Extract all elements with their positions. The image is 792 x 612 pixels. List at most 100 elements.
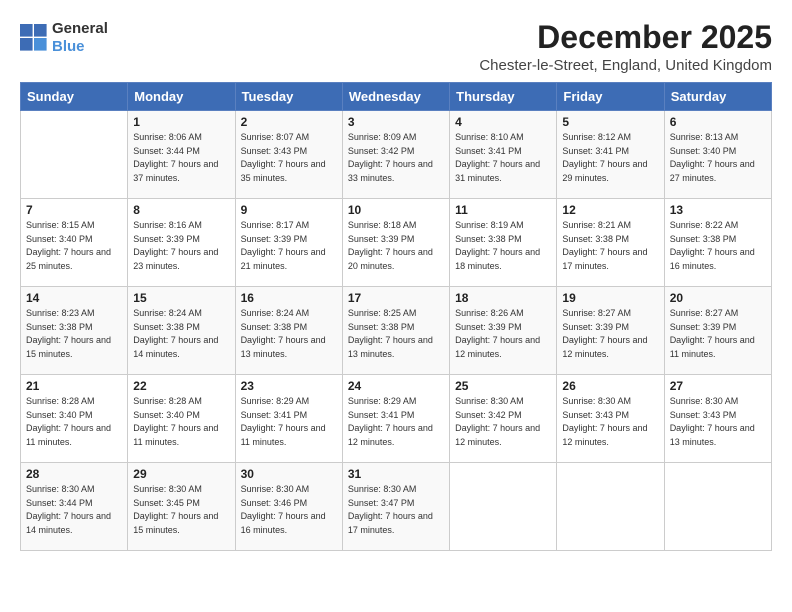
day-info: Sunrise: 8:26 AMSunset: 3:39 PMDaylight:…: [455, 307, 551, 361]
day-number: 30: [241, 467, 337, 481]
day-number: 20: [670, 291, 766, 305]
header-day-monday: Monday: [128, 83, 235, 111]
day-number: 28: [26, 467, 122, 481]
day-number: 10: [348, 203, 444, 217]
day-number: 2: [241, 115, 337, 129]
week-row-1: 7 Sunrise: 8:15 AMSunset: 3:40 PMDaylight…: [21, 199, 772, 287]
day-info: Sunrise: 8:17 AMSunset: 3:39 PMDaylight:…: [241, 219, 337, 273]
day-number: 14: [26, 291, 122, 305]
day-info: Sunrise: 8:23 AMSunset: 3:38 PMDaylight:…: [26, 307, 122, 361]
calendar-cell: 21Sunrise: 8:28 AMSunset: 3:40 PMDayligh…: [21, 375, 128, 463]
day-info: Sunrise: 8:15 AMSunset: 3:40 PMDaylight:…: [26, 219, 122, 273]
calendar-cell: 29Sunrise: 8:30 AMSunset: 3:45 PMDayligh…: [128, 463, 235, 551]
header-day-tuesday: Tuesday: [235, 83, 342, 111]
day-info: Sunrise: 8:13 AMSunset: 3:40 PMDaylight:…: [670, 131, 766, 185]
calendar-cell: 2 Sunrise: 8:07 AMSunset: 3:43 PMDaylight…: [235, 111, 342, 199]
calendar-cell: 10 Sunrise: 8:18 AMSunset: 3:39 PMDayligh…: [342, 199, 449, 287]
calendar-cell: [21, 111, 128, 199]
calendar-cell: 24 Sunrise: 8:29 AMSunset: 3:41 PMDayligh…: [342, 375, 449, 463]
week-row-4: 28 Sunrise: 8:30 AMSunset: 3:44 PMDayligh…: [21, 463, 772, 551]
calendar-cell: 17 Sunrise: 8:25 AMSunset: 3:38 PMDayligh…: [342, 287, 449, 375]
day-info: Sunrise: 8:30 AMSunset: 3:45 PMDaylight:…: [133, 483, 229, 537]
calendar-table: SundayMondayTuesdayWednesdayThursdayFrid…: [20, 82, 772, 551]
day-number: 15: [133, 291, 229, 305]
day-number: 13: [670, 203, 766, 217]
day-info: Sunrise: 8:21 AMSunset: 3:38 PMDaylight:…: [562, 219, 658, 273]
day-number: 5: [562, 115, 658, 129]
page-header: General Blue December 2025 Chester-le-St…: [20, 20, 772, 74]
day-info: Sunrise: 8:30 AMSunset: 3:42 PMDaylight:…: [455, 395, 551, 449]
day-info: Sunrise: 8:18 AMSunset: 3:39 PMDaylight:…: [348, 219, 444, 273]
day-info: Sunrise: 8:25 AMSunset: 3:38 PMDaylight:…: [348, 307, 444, 361]
header-day-thursday: Thursday: [450, 83, 557, 111]
title-block: December 2025 Chester-le-Street, England…: [479, 20, 772, 74]
calendar-cell: 31Sunrise: 8:30 AMSunset: 3:47 PMDayligh…: [342, 463, 449, 551]
header-day-sunday: Sunday: [21, 83, 128, 111]
day-number: 16: [241, 291, 337, 305]
calendar-cell: 12Sunrise: 8:21 AMSunset: 3:38 PMDayligh…: [557, 199, 664, 287]
day-info: Sunrise: 8:30 AMSunset: 3:46 PMDaylight:…: [241, 483, 337, 537]
day-info: Sunrise: 8:27 AMSunset: 3:39 PMDaylight:…: [562, 307, 658, 361]
calendar-cell: 22Sunrise: 8:28 AMSunset: 3:40 PMDayligh…: [128, 375, 235, 463]
calendar-cell: 25 Sunrise: 8:30 AMSunset: 3:42 PMDayligh…: [450, 375, 557, 463]
day-number: 25: [455, 379, 551, 393]
calendar-cell: 16 Sunrise: 8:24 AMSunset: 3:38 PMDayligh…: [235, 287, 342, 375]
calendar-cell: [664, 463, 771, 551]
day-info: Sunrise: 8:27 AMSunset: 3:39 PMDaylight:…: [670, 307, 766, 361]
calendar-cell: 5Sunrise: 8:12 AMSunset: 3:41 PMDaylight…: [557, 111, 664, 199]
calendar-subtitle: Chester-le-Street, England, United Kingd…: [479, 57, 772, 74]
header-row: SundayMondayTuesdayWednesdayThursdayFrid…: [21, 83, 772, 111]
day-number: 31: [348, 467, 444, 481]
calendar-cell: 30 Sunrise: 8:30 AMSunset: 3:46 PMDayligh…: [235, 463, 342, 551]
day-number: 19: [562, 291, 658, 305]
day-number: 24: [348, 379, 444, 393]
day-number: 18: [455, 291, 551, 305]
calendar-cell: 4Sunrise: 8:10 AMSunset: 3:41 PMDaylight…: [450, 111, 557, 199]
calendar-cell: 14 Sunrise: 8:23 AMSunset: 3:38 PMDayligh…: [21, 287, 128, 375]
calendar-cell: [557, 463, 664, 551]
day-info: Sunrise: 8:29 AMSunset: 3:41 PMDaylight:…: [348, 395, 444, 449]
day-info: Sunrise: 8:30 AMSunset: 3:43 PMDaylight:…: [562, 395, 658, 449]
day-number: 11: [455, 203, 551, 217]
calendar-cell: 9 Sunrise: 8:17 AMSunset: 3:39 PMDaylight…: [235, 199, 342, 287]
header-day-friday: Friday: [557, 83, 664, 111]
day-info: Sunrise: 8:16 AMSunset: 3:39 PMDaylight:…: [133, 219, 229, 273]
day-number: 26: [562, 379, 658, 393]
calendar-cell: 28 Sunrise: 8:30 AMSunset: 3:44 PMDayligh…: [21, 463, 128, 551]
day-info: Sunrise: 8:10 AMSunset: 3:41 PMDaylight:…: [455, 131, 551, 185]
calendar-cell: [450, 463, 557, 551]
week-row-0: 1 Sunrise: 8:06 AMSunset: 3:44 PMDaylight…: [21, 111, 772, 199]
calendar-title: December 2025: [479, 20, 772, 55]
day-number: 6: [670, 115, 766, 129]
day-info: Sunrise: 8:07 AMSunset: 3:43 PMDaylight:…: [241, 131, 337, 185]
day-number: 27: [670, 379, 766, 393]
logo-text: General Blue: [52, 20, 108, 56]
day-info: Sunrise: 8:24 AMSunset: 3:38 PMDaylight:…: [241, 307, 337, 361]
day-number: 17: [348, 291, 444, 305]
week-row-3: 21Sunrise: 8:28 AMSunset: 3:40 PMDayligh…: [21, 375, 772, 463]
calendar-cell: 7 Sunrise: 8:15 AMSunset: 3:40 PMDaylight…: [21, 199, 128, 287]
calendar-cell: 20 Sunrise: 8:27 AMSunset: 3:39 PMDayligh…: [664, 287, 771, 375]
header-day-wednesday: Wednesday: [342, 83, 449, 111]
calendar-cell: 8 Sunrise: 8:16 AMSunset: 3:39 PMDaylight…: [128, 199, 235, 287]
day-number: 7: [26, 203, 122, 217]
day-info: Sunrise: 8:24 AMSunset: 3:38 PMDaylight:…: [133, 307, 229, 361]
day-info: Sunrise: 8:19 AMSunset: 3:38 PMDaylight:…: [455, 219, 551, 273]
day-info: Sunrise: 8:30 AMSunset: 3:43 PMDaylight:…: [670, 395, 766, 449]
day-number: 8: [133, 203, 229, 217]
day-info: Sunrise: 8:28 AMSunset: 3:40 PMDaylight:…: [26, 395, 122, 449]
calendar-cell: 18 Sunrise: 8:26 AMSunset: 3:39 PMDayligh…: [450, 287, 557, 375]
day-info: Sunrise: 8:09 AMSunset: 3:42 PMDaylight:…: [348, 131, 444, 185]
day-info: Sunrise: 8:22 AMSunset: 3:38 PMDaylight:…: [670, 219, 766, 273]
calendar-cell: 11 Sunrise: 8:19 AMSunset: 3:38 PMDayligh…: [450, 199, 557, 287]
calendar-cell: 13 Sunrise: 8:22 AMSunset: 3:38 PMDayligh…: [664, 199, 771, 287]
day-info: Sunrise: 8:06 AMSunset: 3:44 PMDaylight:…: [133, 131, 229, 185]
header-day-saturday: Saturday: [664, 83, 771, 111]
day-info: Sunrise: 8:30 AMSunset: 3:44 PMDaylight:…: [26, 483, 122, 537]
day-number: 22: [133, 379, 229, 393]
day-info: Sunrise: 8:29 AMSunset: 3:41 PMDaylight:…: [241, 395, 337, 449]
calendar-cell: 26 Sunrise: 8:30 AMSunset: 3:43 PMDayligh…: [557, 375, 664, 463]
week-row-2: 14 Sunrise: 8:23 AMSunset: 3:38 PMDayligh…: [21, 287, 772, 375]
day-number: 1: [133, 115, 229, 129]
day-number: 9: [241, 203, 337, 217]
